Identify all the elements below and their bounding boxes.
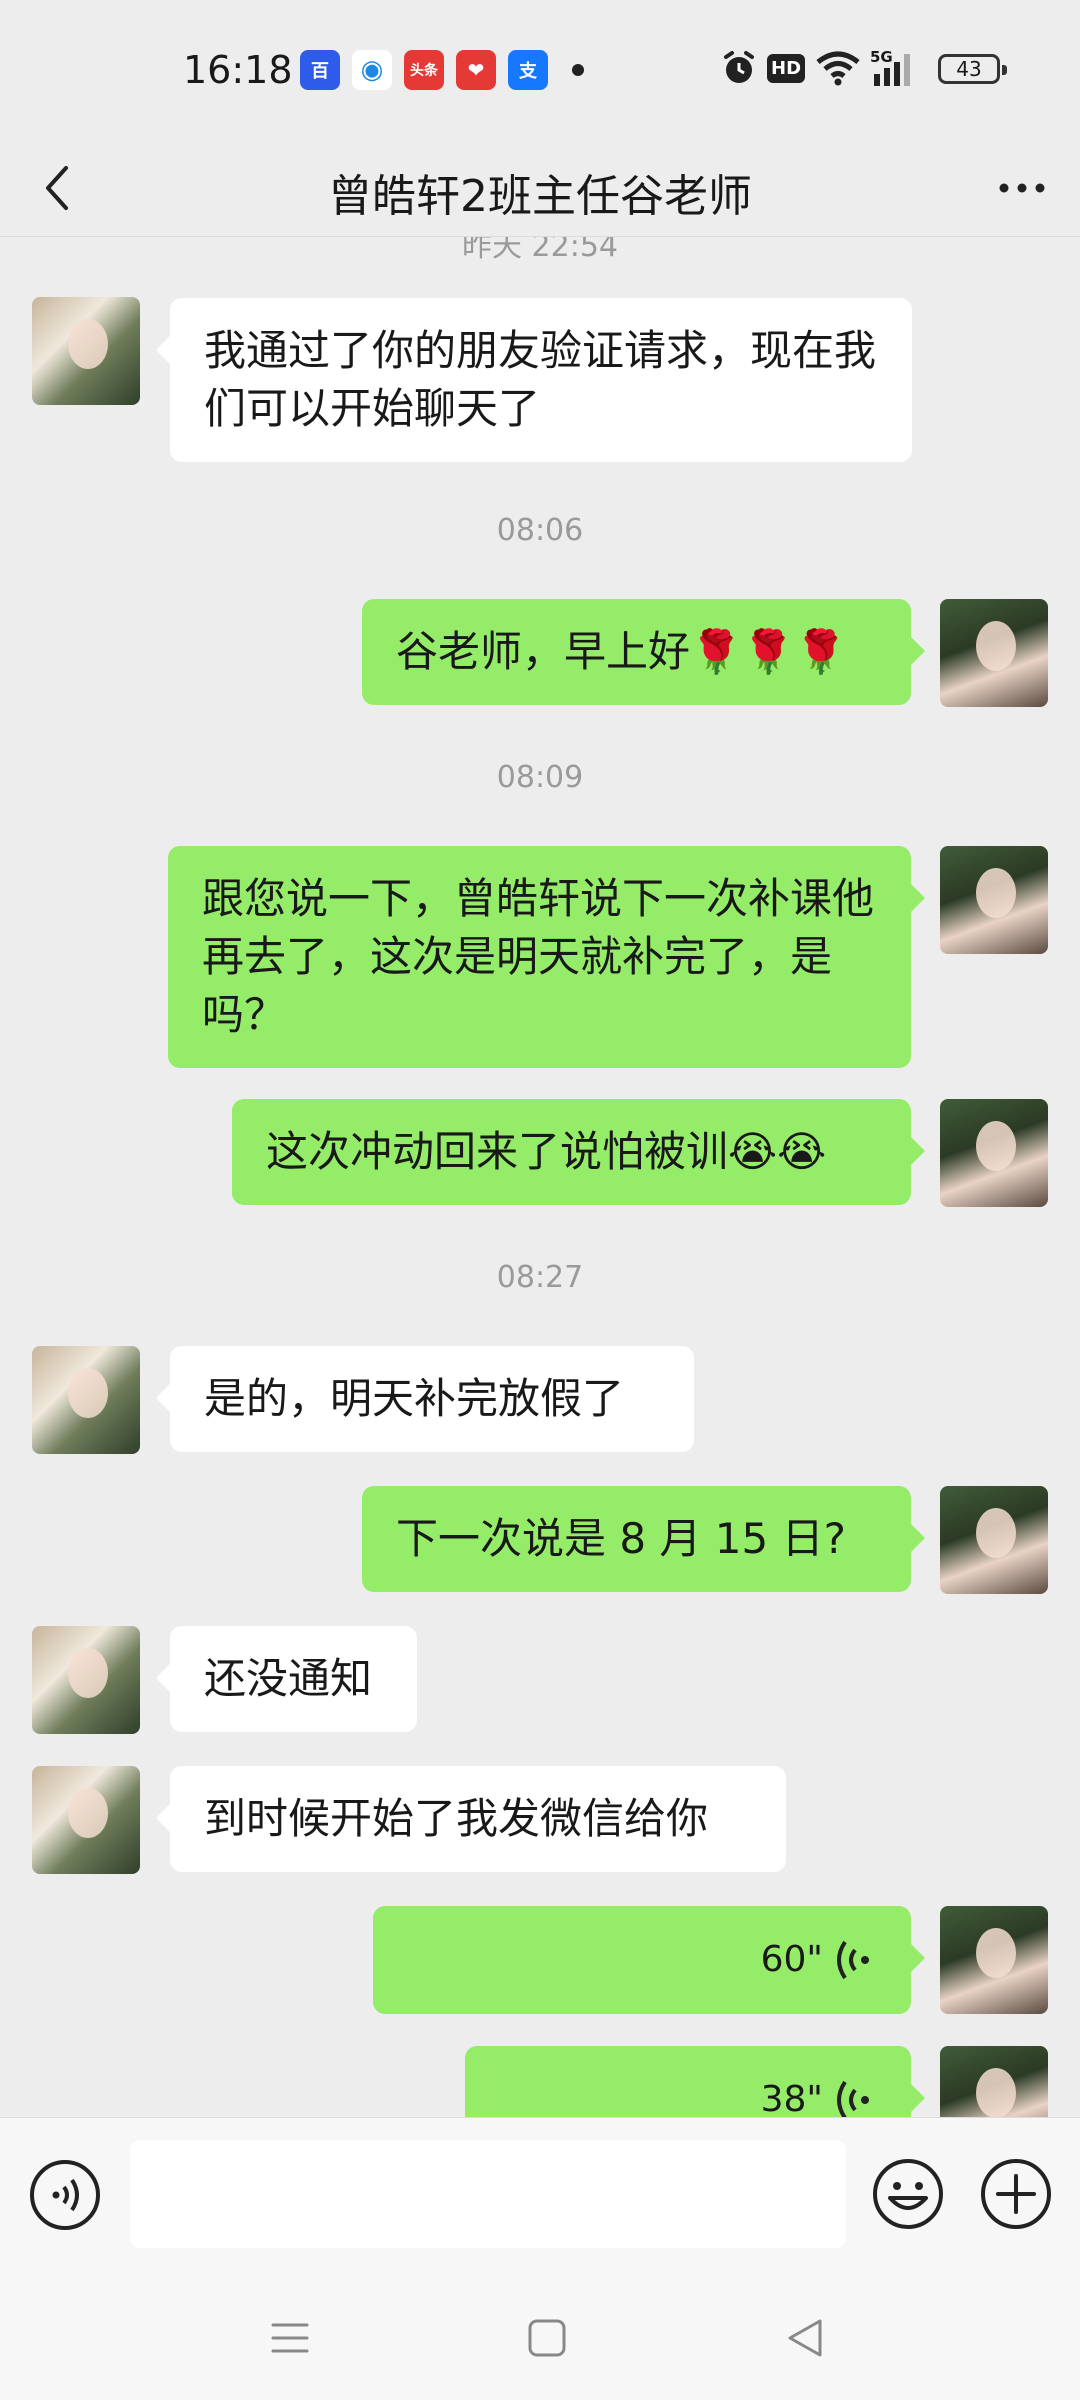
teacher-avatar[interactable]	[32, 297, 140, 405]
message-bubble-sent[interactable]: 这次冲动回来了说怕被训😭😭	[232, 1099, 925, 1205]
alarm-icon	[718, 48, 760, 88]
teacher-avatar[interactable]	[32, 1766, 140, 1874]
message-input[interactable]	[130, 2140, 846, 2248]
voice-duration: 38"	[760, 2079, 823, 2117]
notification-dot-icon	[572, 64, 584, 76]
my-avatar[interactable]	[940, 599, 1048, 707]
chat-header: 曾皓轩2班主任谷老师	[0, 140, 1080, 237]
baidu-app-icon: 百	[300, 50, 340, 90]
battery-indicator: 43	[938, 54, 1007, 84]
teacher-avatar[interactable]	[32, 1346, 140, 1454]
timestamp: 08:06	[496, 513, 584, 548]
my-avatar[interactable]	[940, 1906, 1048, 2014]
triangle-back-icon	[788, 2319, 822, 2357]
hd-label: HD	[767, 53, 806, 83]
smiley-icon	[873, 2159, 943, 2229]
voice-mode-icon	[30, 2160, 100, 2230]
browser-app-icon: ◉	[352, 50, 392, 90]
message-bubble-sent[interactable]: 跟您说一下，曾皓轩说下一次补课他再去了，这次是明天就补完了，是吗？	[168, 846, 925, 1068]
square-icon	[528, 2319, 566, 2357]
network-label: 5G	[870, 48, 893, 66]
emoji-button[interactable]	[870, 2156, 946, 2232]
teacher-avatar[interactable]	[32, 1626, 140, 1734]
more-actions-button[interactable]	[978, 2156, 1054, 2232]
more-dots-icon	[999, 183, 1045, 193]
message-bubble-received[interactable]: 到时候开始了我发微信给你	[156, 1766, 786, 1872]
my-avatar[interactable]	[940, 1486, 1048, 1594]
input-bar	[0, 2117, 1080, 2278]
heart-app-icon: ❤	[456, 50, 496, 90]
my-avatar[interactable]	[940, 846, 1048, 954]
voice-input-button[interactable]	[28, 2158, 102, 2232]
system-back-button[interactable]	[780, 2313, 830, 2363]
alipay-app-icon: 支	[508, 50, 548, 90]
message-list[interactable]: 昨天 22:54 我通过了你的朋友验证请求，现在我们可以开始聊天了 08:06 …	[0, 237, 1080, 2117]
voice-duration: 60"	[760, 1939, 823, 1980]
more-options-button[interactable]	[992, 158, 1052, 218]
plus-icon	[981, 2159, 1051, 2229]
chat-title: 曾皓轩2班主任谷老师	[328, 171, 752, 222]
recent-apps-button[interactable]	[265, 2313, 315, 2363]
voice-message-sent[interactable]: 38"	[465, 2046, 925, 2117]
voice-wave-icon	[837, 2080, 869, 2117]
message-bubble-received[interactable]: 是的，明天补完放假了	[156, 1346, 694, 1452]
message-bubble-received[interactable]: 还没通知	[156, 1626, 417, 1732]
status-bar: 16:18 百 ◉ 头条 ❤ 支 HD 5G 43	[0, 0, 1080, 140]
system-navigation-bar	[0, 2277, 1080, 2400]
timestamp: 08:09	[496, 760, 584, 795]
voice-wave-icon	[837, 1940, 869, 1980]
my-avatar[interactable]	[940, 1099, 1048, 1207]
home-button[interactable]	[522, 2313, 572, 2363]
wifi-icon	[816, 48, 860, 88]
timestamp: 08:27	[496, 1260, 584, 1295]
message-bubble-sent[interactable]: 谷老师，早上好🌹🌹🌹	[362, 599, 925, 705]
menu-lines-icon	[271, 2323, 309, 2353]
toutiao-app-icon: 头条	[404, 50, 444, 90]
hd-icon: HD	[767, 48, 806, 88]
partial-timestamp: 昨天 22:54	[462, 237, 618, 264]
my-avatar[interactable]	[940, 2046, 1048, 2117]
message-bubble-received[interactable]: 我通过了你的朋友验证请求，现在我们可以开始聊天了	[156, 298, 912, 462]
status-time: 16:18	[183, 48, 293, 92]
signal-icon: 5G	[870, 48, 922, 88]
voice-message-sent[interactable]: 60"	[373, 1906, 925, 2014]
message-bubble-sent[interactable]: 下一次说是 8 月 15 日?	[362, 1486, 925, 1592]
